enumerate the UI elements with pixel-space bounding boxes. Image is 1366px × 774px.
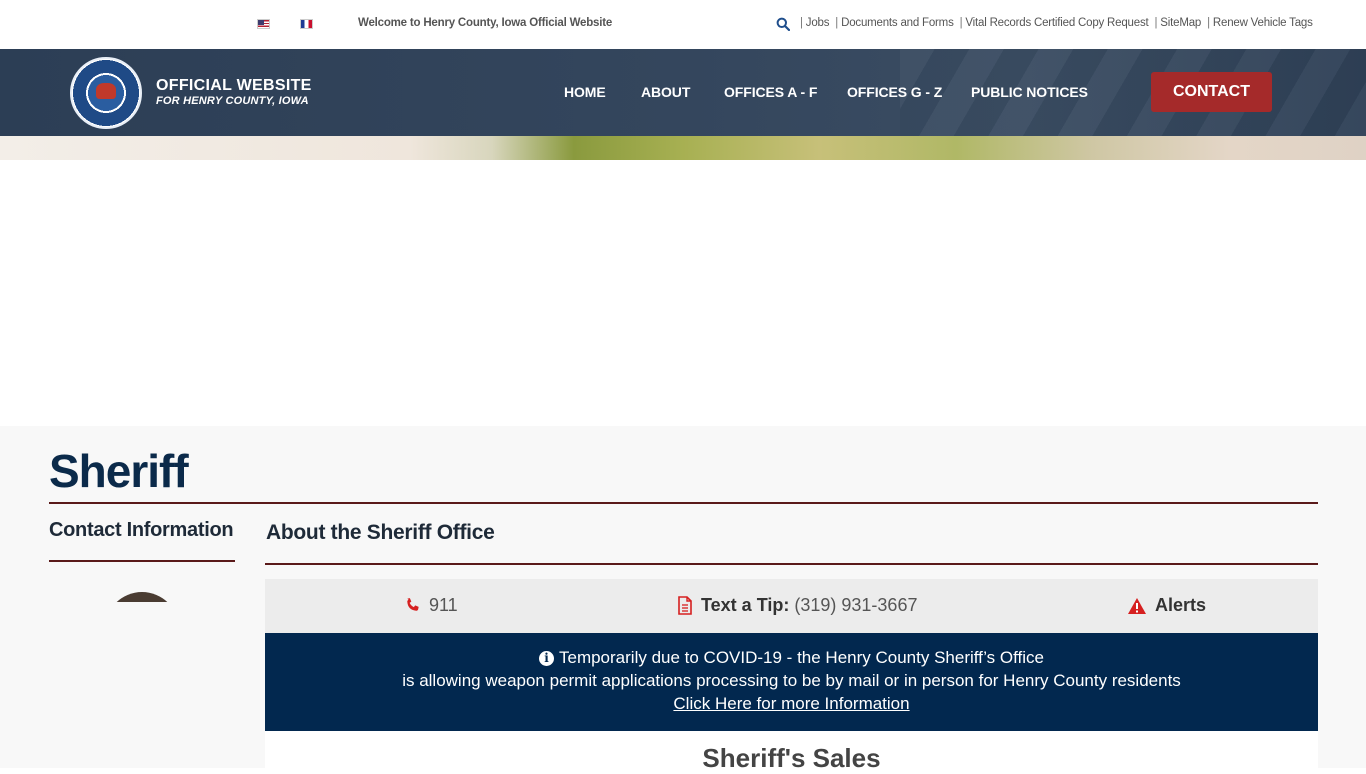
more-information-link[interactable]: Click Here for more Information (673, 694, 909, 713)
notice-line-1: Temporarily due to COVID-19 - the Henry … (558, 648, 1044, 667)
sheriff-sales-title: Sheriff's Sales (702, 743, 881, 773)
renew-vehicle-tags-link[interactable]: Renew Vehicle Tags (1213, 17, 1313, 29)
covid-notice: i Temporarily due to COVID-19 - the Henry… (265, 633, 1318, 731)
welcome-text: Welcome to Henry County, Iowa Official W… (358, 17, 613, 29)
notice-line-2: is allowing weapon permit applications p… (402, 671, 1181, 690)
sheriff-photo (105, 592, 179, 602)
hero-image-strip (0, 136, 1366, 160)
utility-bar: Welcome to Henry County, Iowa Official W… (0, 0, 1366, 49)
alerts-item[interactable]: Alerts (1127, 595, 1206, 616)
contact-button[interactable]: CONTACT (1151, 72, 1272, 112)
nav-home[interactable]: HOME (564, 84, 606, 100)
county-seal-logo[interactable] (70, 57, 142, 129)
us-flag-icon[interactable] (257, 19, 270, 29)
vital-records-link[interactable]: Vital Records Certified Copy Request (965, 17, 1148, 29)
main-divider (265, 563, 1318, 565)
logo-subtitle[interactable]: FOR HENRY COUNTY, IOWA (156, 95, 309, 107)
document-icon (678, 596, 692, 615)
info-bar: 911 Text a Tip: (319) 931-3667 Alerts (265, 579, 1318, 633)
utility-links: | Jobs | Documents and Forms | Vital Record… (800, 17, 1313, 29)
text-tip-label: Text a Tip: (701, 595, 790, 615)
title-divider (49, 502, 1318, 504)
site-header: OFFICIAL WEBSITE FOR HENRY COUNTY, IOWA … (0, 49, 1366, 136)
page-title: Sheriff (49, 445, 189, 497)
hero-area (0, 160, 1366, 426)
info-icon: i (538, 651, 554, 666)
iowa-flag-icon[interactable] (300, 19, 313, 29)
jobs-link[interactable]: Jobs (806, 17, 830, 29)
alerts-label: Alerts (1155, 595, 1207, 615)
nav-public-notices[interactable]: PUBLIC NOTICES (971, 84, 1088, 100)
sidebar-divider (49, 560, 235, 562)
warning-icon (1128, 597, 1146, 614)
phone-number: 911 (429, 595, 458, 615)
nav-offices-a-f[interactable]: OFFICES A - F (724, 84, 817, 100)
logo-title[interactable]: OFFICIAL WEBSITE (156, 77, 312, 95)
sheriff-sales-section: Sheriff's Sales (265, 731, 1318, 773)
phone-item[interactable]: 911 (404, 595, 458, 616)
documents-forms-link[interactable]: Documents and Forms (841, 17, 954, 29)
sitemap-link[interactable]: SiteMap (1160, 17, 1201, 29)
text-tip-number: (319) 931-3667 (794, 595, 918, 615)
phone-icon (407, 598, 419, 611)
text-tip-item[interactable]: Text a Tip: (319) 931-3667 (677, 595, 917, 616)
nav-offices-g-z[interactable]: OFFICES G - Z (847, 84, 942, 100)
nav-about[interactable]: ABOUT (641, 84, 690, 100)
search-icon[interactable] (776, 17, 790, 31)
eagle-icon (96, 83, 116, 99)
main-section-title: About the Sheriff Office (266, 521, 495, 544)
sidebar-title: Contact Information (49, 519, 234, 541)
